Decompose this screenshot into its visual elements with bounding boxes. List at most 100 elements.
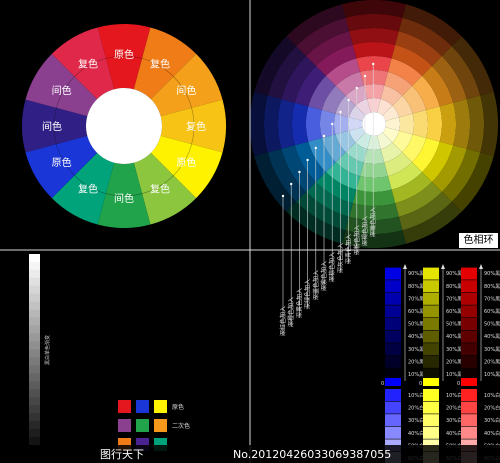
swatch-legend: 原色二次色 [118,400,190,451]
hue-cell [356,176,392,192]
legend-swatch [136,419,149,432]
shade-label: 80%黑 [446,284,462,290]
pointer-label: 深青色加入 [345,234,353,264]
legend-swatch [154,419,167,432]
shade-cell [461,267,477,280]
legend-swatch [118,419,131,432]
pointer-dot [306,158,309,162]
pointer-dot [372,62,375,66]
hue-cell [439,102,456,146]
gray-step [29,317,40,326]
shade-label: 70%黑 [408,296,424,302]
hue-cell [306,106,322,142]
gray-step [29,309,40,318]
tint-label: 10%白 [484,392,500,399]
shade-label: 70%黑 [446,296,462,302]
pointer-label: 深橙色加入 [287,297,295,327]
tint-label: 40%白 [446,430,462,437]
shade-label: 40%黑 [446,334,462,340]
shade-cell [423,343,439,356]
gray-step [29,381,40,390]
shade-label: 60%黑 [484,309,500,315]
tint-label: 20%白 [408,405,424,412]
gray-step [29,277,40,287]
gray-step [29,341,40,350]
tint-cell [461,414,477,427]
shade-cell [461,343,477,356]
tint-cell [385,389,401,401]
shade-cell [423,280,439,293]
legend-swatch [136,400,149,413]
zero-label: 0 [381,381,384,387]
gray-step [29,285,40,295]
shade-label: 80%黑 [484,284,500,290]
shade-cell [385,343,401,356]
shade-label: 20%黑 [446,359,462,365]
shade-cell [385,267,401,280]
pointer-label: 深褐色加入 [361,216,369,246]
gray-step [29,254,40,263]
shade-label: 30%黑 [484,347,500,353]
tint-cell [423,401,439,414]
shade-label: 40%黑 [484,334,500,340]
shade-cell [461,355,477,368]
shade-label: 20%黑 [484,359,500,365]
shade-label: 40%黑 [408,334,424,340]
shade-cell [461,330,477,343]
legend-label: 原色 [172,403,184,411]
gray-step [29,293,40,303]
pointer-dot [339,110,342,114]
gray-step [29,325,40,334]
pointer-dot [363,74,367,78]
pointer-label: 深灰色加入 [336,243,344,273]
gray-step [29,261,40,271]
watermark-number: No.20120426033069387055 [233,447,392,461]
shade-label: 10%黑 [446,372,462,378]
wheel-segment-label: 原色 [176,156,196,169]
wheel-segment-label: 间色 [176,84,196,97]
shade-label: 60%黑 [408,309,424,315]
legend-swatch [154,400,167,413]
tint-cell [423,389,439,401]
tint-label: 10%白 [446,392,462,399]
shade-cell [423,330,439,343]
pointer-label: 深黄色加入 [295,288,303,318]
tint-label: 40%白 [484,430,500,437]
pointer-label: 深红色加入 [279,306,287,336]
pointer-dot [290,182,293,186]
legend-label: 二次色 [172,422,190,430]
gray-step [29,397,40,406]
gray-step [29,405,40,414]
wheel-segment-label: 原色 [114,48,134,61]
base-color-cell [461,378,477,386]
hue-cell [412,110,428,138]
wheel-segment-label: 复色 [186,120,206,133]
tint-cell [423,414,439,427]
gray-scale-bar: 黑白单色渐变 [29,254,51,446]
wheel-center [86,88,162,164]
tint-cell [385,401,401,414]
gray-step [29,373,40,382]
pointer-dot [298,170,301,174]
watermark-brand: 图行天下 [100,448,144,461]
shade-label: 70%黑 [484,296,500,302]
gray-step [29,349,40,358]
gray-step [29,365,40,374]
legend-swatch [118,400,131,413]
pointer-label: 深粉色加入 [353,225,361,255]
shade-cell [385,280,401,293]
shade-cell [385,330,401,343]
zero-label: 0 [457,381,460,387]
shade-label: 50%黑 [408,322,424,328]
gray-step [29,421,40,430]
tint-label: 10%白 [408,392,424,399]
gray-step [29,413,40,422]
shade-label: 80%黑 [408,284,424,290]
tint-label: 30%白 [408,417,424,424]
shade-cell [423,355,439,368]
shade-label: 60%黑 [446,309,462,315]
wheel-segment-label: 复色 [150,58,170,71]
hue-cell [360,69,388,86]
scale-arrowhead [441,264,445,269]
hue-cell [360,162,388,178]
